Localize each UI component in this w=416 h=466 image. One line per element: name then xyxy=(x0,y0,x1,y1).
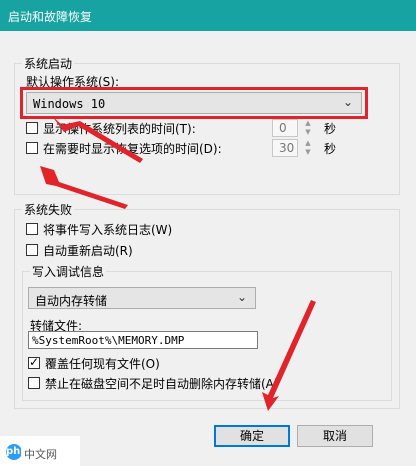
watermark: php 中文网 xyxy=(0,436,80,466)
auto-restart-checkbox[interactable] xyxy=(26,244,38,256)
write-event-log-checkbox[interactable] xyxy=(26,223,38,235)
dump-type-value: 自动内存转储 xyxy=(35,294,108,308)
chevron-down-icon: ⌄ xyxy=(236,290,247,304)
show-recovery-seconds[interactable]: 30 xyxy=(272,139,298,157)
spin-up-icon[interactable]: ▲ xyxy=(302,119,314,128)
auto-restart-label: 自动重新启动(R) xyxy=(43,244,133,258)
disable-auto-delete-checkbox[interactable] xyxy=(28,377,40,389)
show-recovery-label: 在需要时显示恢复选项的时间(D): xyxy=(43,142,222,156)
show-recovery-seconds-value: 30 xyxy=(279,141,295,155)
dialog-body: 系统启动 默认操作系统(S): Windows 10 ⌄ 显示操作系统列表的时间… xyxy=(0,31,416,466)
write-event-log-label: 将事件写入系统日志(W) xyxy=(43,223,173,237)
spin-down-icon[interactable]: ▼ xyxy=(302,148,314,157)
annotation-highlight-box xyxy=(20,87,368,119)
cancel-button[interactable]: 取消 xyxy=(297,425,373,447)
ok-button[interactable]: 确定 xyxy=(214,425,290,447)
show-recovery-spinner[interactable]: ▲ ▼ xyxy=(302,139,314,157)
show-os-list-label: 显示操作系统列表的时间(T): xyxy=(43,122,196,136)
dump-file-input[interactable] xyxy=(29,332,257,348)
system-startup-title: 系统启动 xyxy=(22,55,75,72)
title-bar[interactable]: 启动和故障恢复 xyxy=(0,0,416,31)
spin-up-icon[interactable]: ▲ xyxy=(302,139,314,148)
show-recovery-checkbox[interactable] xyxy=(26,142,38,154)
spin-down-icon[interactable]: ▼ xyxy=(302,128,314,137)
debug-info-title: 写入调试信息 xyxy=(30,263,107,280)
show-os-list-seconds-value: 0 xyxy=(279,121,287,135)
show-recovery-unit: 秒 xyxy=(324,142,337,156)
show-os-list-unit: 秒 xyxy=(324,122,337,136)
disable-auto-delete-label: 禁止在磁盘空间不足时自动删除内存转储(A) xyxy=(45,377,279,391)
show-os-list-seconds[interactable]: 0 xyxy=(272,119,298,137)
php-logo: php xyxy=(6,444,27,460)
overwrite-checkbox[interactable] xyxy=(28,355,40,369)
overwrite-label: 覆盖任何现有文件(O) xyxy=(45,357,160,371)
show-os-list-checkbox[interactable] xyxy=(26,122,38,134)
watermark-text: 中文网 xyxy=(24,448,57,461)
window-title: 启动和故障恢复 xyxy=(8,10,93,24)
show-os-list-spinner[interactable]: ▲ ▼ xyxy=(302,119,314,137)
startup-recovery-dialog: 启动和故障恢复 系统启动 默认操作系统(S): Windows 10 ⌄ 显示操… xyxy=(0,0,416,466)
dump-type-dropdown[interactable]: 自动内存转储 ⌄ xyxy=(28,287,256,309)
system-failure-title: 系统失败 xyxy=(22,201,75,218)
dump-file-field[interactable] xyxy=(28,331,258,349)
